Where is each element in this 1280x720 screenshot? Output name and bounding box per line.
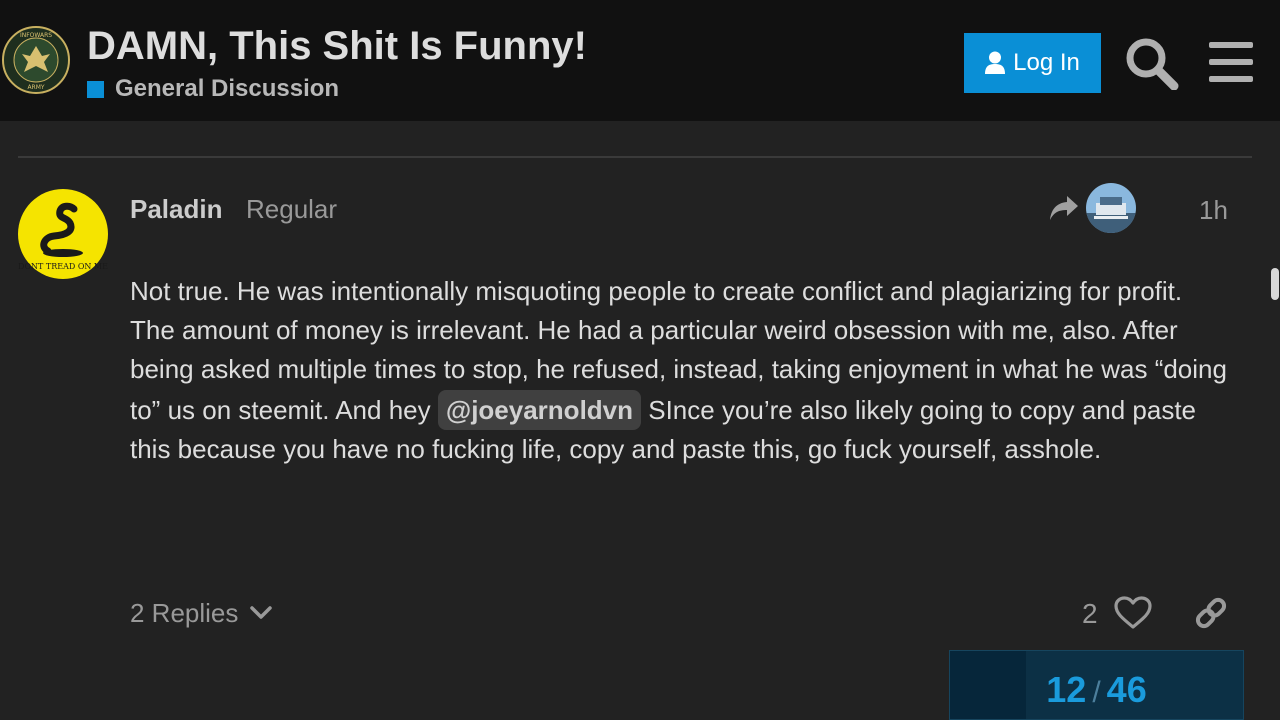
login-button[interactable]: Log In: [964, 33, 1101, 93]
replies-label: 2 Replies: [130, 597, 239, 628]
like-button[interactable]: [1114, 596, 1152, 630]
scrollbar-thumb[interactable]: [1271, 268, 1279, 300]
search-icon: [1126, 38, 1179, 91]
hamburger-menu-button[interactable]: [1206, 40, 1256, 84]
avatar-text: DONT TREAD ON ME: [18, 262, 108, 271]
progress-separator: /: [1092, 676, 1101, 709]
reply-arrow-icon: [1050, 196, 1078, 220]
site-header: INFOWARS ARMY DAMN, This Shit Is Funny! …: [0, 0, 1280, 121]
replies-toggle[interactable]: 2 Replies: [130, 596, 273, 630]
user-icon: [985, 51, 1006, 74]
login-label: Log In: [1013, 49, 1080, 76]
user-avatar[interactable]: DONT TREAD ON ME: [18, 189, 108, 279]
progress-text: 12/46: [950, 669, 1243, 711]
user-mention[interactable]: @joeyarnoldvn: [437, 389, 642, 430]
logo-text-top: INFOWARS: [20, 32, 52, 39]
search-button[interactable]: [1124, 36, 1180, 91]
post-username[interactable]: Paladin: [130, 194, 222, 225]
post-user-title: Regular: [246, 194, 338, 224]
reply-to-indicator[interactable]: [1049, 194, 1079, 222]
reply-to-avatar[interactable]: [1086, 183, 1136, 233]
like-count[interactable]: 2: [1082, 598, 1098, 630]
category-color-badge: [87, 80, 104, 98]
logo-text-bottom: ARMY: [27, 84, 44, 91]
category-link[interactable]: General Discussion: [87, 75, 339, 103]
topic-progress[interactable]: 12/46: [949, 650, 1244, 720]
category-name: General Discussion: [115, 75, 340, 102]
hamburger-menu-icon: [1209, 42, 1253, 82]
post-body: Not true. He was intentionally misquotin…: [130, 272, 1230, 469]
site-logo[interactable]: INFOWARS ARMY: [2, 26, 70, 94]
share-link-button[interactable]: [1193, 595, 1229, 631]
post-timestamp[interactable]: 1h: [1199, 195, 1228, 226]
progress-total: 46: [1106, 669, 1147, 710]
progress-current: 12: [1046, 669, 1087, 710]
topic-divider: [18, 156, 1252, 158]
topic-title[interactable]: DAMN, This Shit Is Funny!: [87, 24, 587, 69]
link-icon: [1195, 597, 1227, 629]
chevron-down-icon: [250, 606, 273, 619]
heart-icon: [1114, 596, 1152, 629]
